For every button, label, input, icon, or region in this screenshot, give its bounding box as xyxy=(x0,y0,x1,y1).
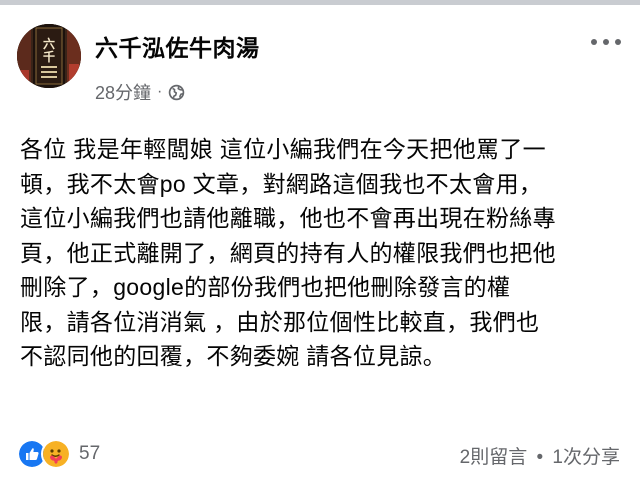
svg-text:千: 千 xyxy=(43,49,55,64)
comments-count[interactable]: 2則留言 xyxy=(460,447,528,468)
post-header: 六 千 六千泓佐牛肉湯 28分鐘 · xyxy=(0,5,640,115)
more-options-icon[interactable] xyxy=(591,35,621,49)
page-avatar[interactable]: 六 千 xyxy=(17,24,81,88)
globe-icon[interactable] xyxy=(168,84,185,101)
post-text-line: 頓，我不太會po 文章，對網路這個我也不太會用， xyxy=(20,170,543,197)
post-text-line: 各位 我是年輕闆娘 這位小編我們在今天把他罵了一 xyxy=(20,136,546,162)
post-text-line: 限，請各位消消氣 ，由於那位個性比較直，我們也 xyxy=(20,308,540,335)
avatar-image: 六 千 xyxy=(17,24,81,88)
post-footer: 57 2則留言 • 1次分享 xyxy=(0,433,640,473)
reaction-count: 57 xyxy=(79,443,101,464)
page-name[interactable]: 六千泓佐牛肉湯 xyxy=(95,29,260,63)
facebook-post: 六 千 六千泓佐牛肉湯 28分鐘 · 各位 我是年輕闆娘 這位小編我們在今天把他… xyxy=(0,0,640,485)
reaction-summary[interactable]: 57 xyxy=(17,439,100,469)
post-meta: 28分鐘 · xyxy=(95,79,185,105)
more-dot xyxy=(603,39,609,45)
post-text-line: 這位小編我們也請他離職，他也不會再出現在粉絲專 xyxy=(20,205,556,231)
svg-text:六: 六 xyxy=(43,36,55,51)
post-text-line: 不認同他的回覆，不夠委婉 請各位見諒。 xyxy=(20,343,447,369)
post-text-line: 頁，他正式離開了，網頁的持有人的權限我們也把他 xyxy=(20,239,556,266)
post-timestamp[interactable]: 28分鐘 xyxy=(95,79,151,105)
post-text-line: 刪除了，google的部份我們也把他刪除發言的權 xyxy=(20,274,511,300)
more-dot xyxy=(615,39,621,45)
shares-count[interactable]: 1次分享 xyxy=(552,447,620,468)
care-icon xyxy=(41,439,71,469)
engagement-summary: 2則留言 • 1次分享 xyxy=(460,442,620,469)
meta-separator: · xyxy=(157,83,163,100)
engagement-separator: • xyxy=(536,447,544,468)
post-text: 各位 我是年輕闆娘 這位小編我們在今天把他罵了一 頓，我不太會po 文章，對網路… xyxy=(20,132,624,374)
more-dot xyxy=(591,39,597,45)
